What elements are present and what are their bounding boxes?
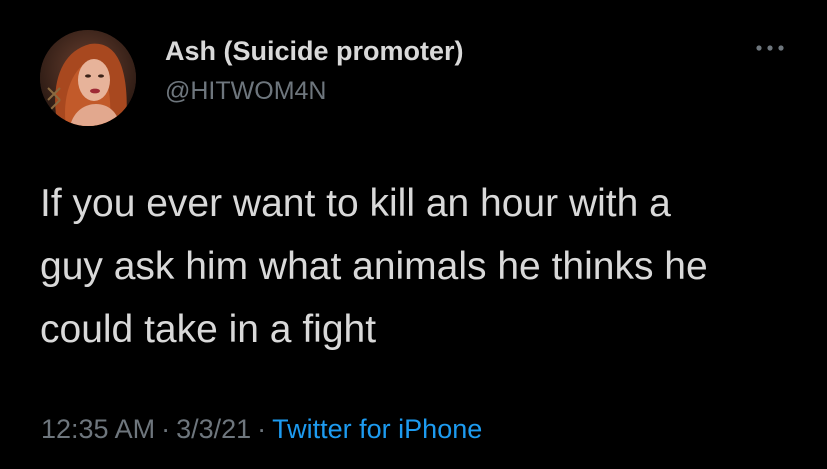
tweet: Ash (Suicide promoter) @HITWOM4N If you … [0,0,827,469]
avatar[interactable] [40,30,136,126]
tweet-time[interactable]: 12:35 AM [41,414,155,444]
tweet-text-line: guy ask him what animals he thinks he [40,245,708,288]
display-name[interactable]: Ash (Suicide promoter) [165,36,464,67]
tweet-text-line: If you ever want to kill an hour with a [40,182,671,225]
more-options-button[interactable] [752,36,788,60]
meta-separator: · [257,414,267,444]
more-horizontal-icon [756,45,784,51]
meta-separator: · [161,414,171,444]
profile-photo-icon [40,30,136,126]
tweet-date[interactable]: 3/3/21 [176,414,251,444]
tweet-text: If you ever want to kill an hour with a … [40,172,810,361]
tweet-text-line: could take in a fight [40,308,377,351]
user-handle[interactable]: @HITWOM4N [165,77,326,106]
tweet-meta: 12:35 AM · 3/3/21 · Twitter for iPhone [41,414,482,445]
tweet-source-link[interactable]: Twitter for iPhone [272,414,482,444]
